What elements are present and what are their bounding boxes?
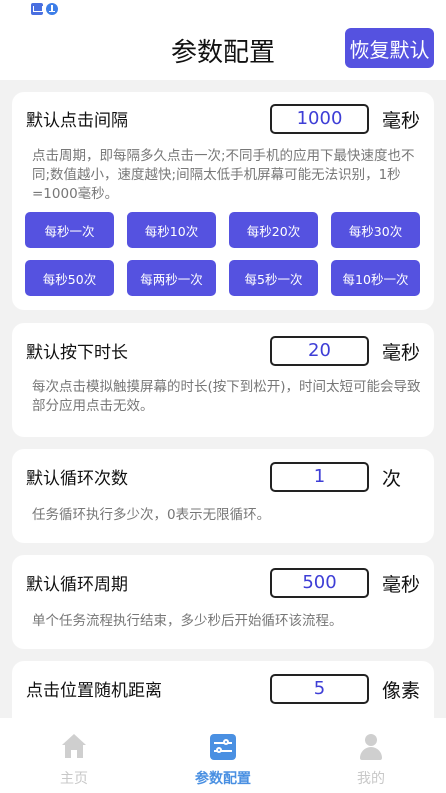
preset-button[interactable]: 每秒一次 — [25, 212, 114, 248]
interval-input[interactable]: 1000 — [270, 104, 369, 134]
preset-button[interactable]: 每秒30次 — [331, 212, 420, 248]
press-duration-label: 默认按下时长 — [26, 343, 128, 363]
loop-period-label: 默认循环周期 — [26, 575, 128, 595]
tab-settings-label: 参数配置 — [195, 771, 251, 787]
restore-defaults-button[interactable]: 恢复默认 — [345, 28, 434, 68]
press-duration-description: 每次点击模拟触摸屏幕的时长(按下到松开)，时间太短可能会导致部分应用点击无效。 — [32, 379, 421, 414]
press-duration-unit: 毫秒 — [382, 342, 421, 364]
interval-card: 默认点击间隔 1000 毫秒 点击周期，即每隔多久点击一次;不同手机的应用下最快… — [12, 92, 434, 310]
loop-period-unit: 毫秒 — [382, 574, 421, 596]
interval-label: 默认点击间隔 — [26, 111, 128, 131]
preset-button[interactable]: 每秒20次 — [229, 212, 318, 248]
tab-profile[interactable]: 我的 — [316, 718, 426, 793]
preset-button[interactable]: 每两秒一次 — [127, 260, 216, 296]
app-notification-icon — [31, 3, 43, 15]
tab-home[interactable]: 主页 — [19, 718, 129, 793]
loop-count-description: 任务循环执行多少次，0表示无限循环。 — [32, 507, 271, 523]
random-distance-label: 点击位置随机距离 — [26, 681, 162, 701]
loop-count-card: 默认循环次数 1 次 任务循环执行多少次，0表示无限循环。 — [12, 449, 434, 543]
loop-count-input[interactable]: 1 — [270, 462, 369, 492]
preset-button[interactable]: 每5秒一次 — [229, 260, 318, 296]
loop-count-label: 默认循环次数 — [26, 469, 128, 489]
random-distance-unit: 像素 — [382, 680, 421, 702]
loop-period-input[interactable]: 500 — [270, 568, 369, 598]
preset-button[interactable]: 每秒50次 — [25, 260, 114, 296]
interval-description: 点击周期，即每隔多久点击一次;不同手机的应用下最快速度也不同;数值越小，速度越快… — [32, 148, 415, 202]
press-duration-input[interactable]: 20 — [270, 336, 369, 366]
header: 参数配置 恢复默认 — [0, 18, 446, 80]
bottom-tab-bar: 主页 参数配置 我的 — [0, 718, 446, 793]
download-icon — [46, 3, 58, 15]
loop-period-description: 单个任务流程执行结束，多少秒后开始循环该流程。 — [32, 613, 343, 629]
settings-sliders-icon — [210, 734, 236, 760]
random-distance-card: 点击位置随机距离 5 像素 — [12, 661, 434, 718]
press-duration-card: 默认按下时长 20 毫秒 每次点击模拟触摸屏幕的时长(按下到松开)，时间太短可能… — [12, 323, 434, 437]
interval-unit: 毫秒 — [382, 110, 421, 132]
loop-period-card: 默认循环周期 500 毫秒 单个任务流程执行结束，多少秒后开始循环该流程。 — [12, 555, 434, 649]
user-icon — [358, 734, 384, 760]
tab-home-label: 主页 — [60, 771, 88, 787]
settings-list[interactable]: 默认点击间隔 1000 毫秒 点击周期，即每隔多久点击一次;不同手机的应用下最快… — [0, 80, 446, 718]
preset-button[interactable]: 每秒10次 — [127, 212, 216, 248]
loop-count-unit: 次 — [382, 468, 402, 490]
tab-profile-label: 我的 — [357, 771, 385, 787]
tab-settings[interactable]: 参数配置 — [168, 718, 278, 793]
home-icon — [61, 734, 87, 760]
preset-button[interactable]: 每10秒一次 — [331, 260, 420, 296]
random-distance-input[interactable]: 5 — [270, 674, 369, 704]
status-bar — [0, 0, 446, 18]
